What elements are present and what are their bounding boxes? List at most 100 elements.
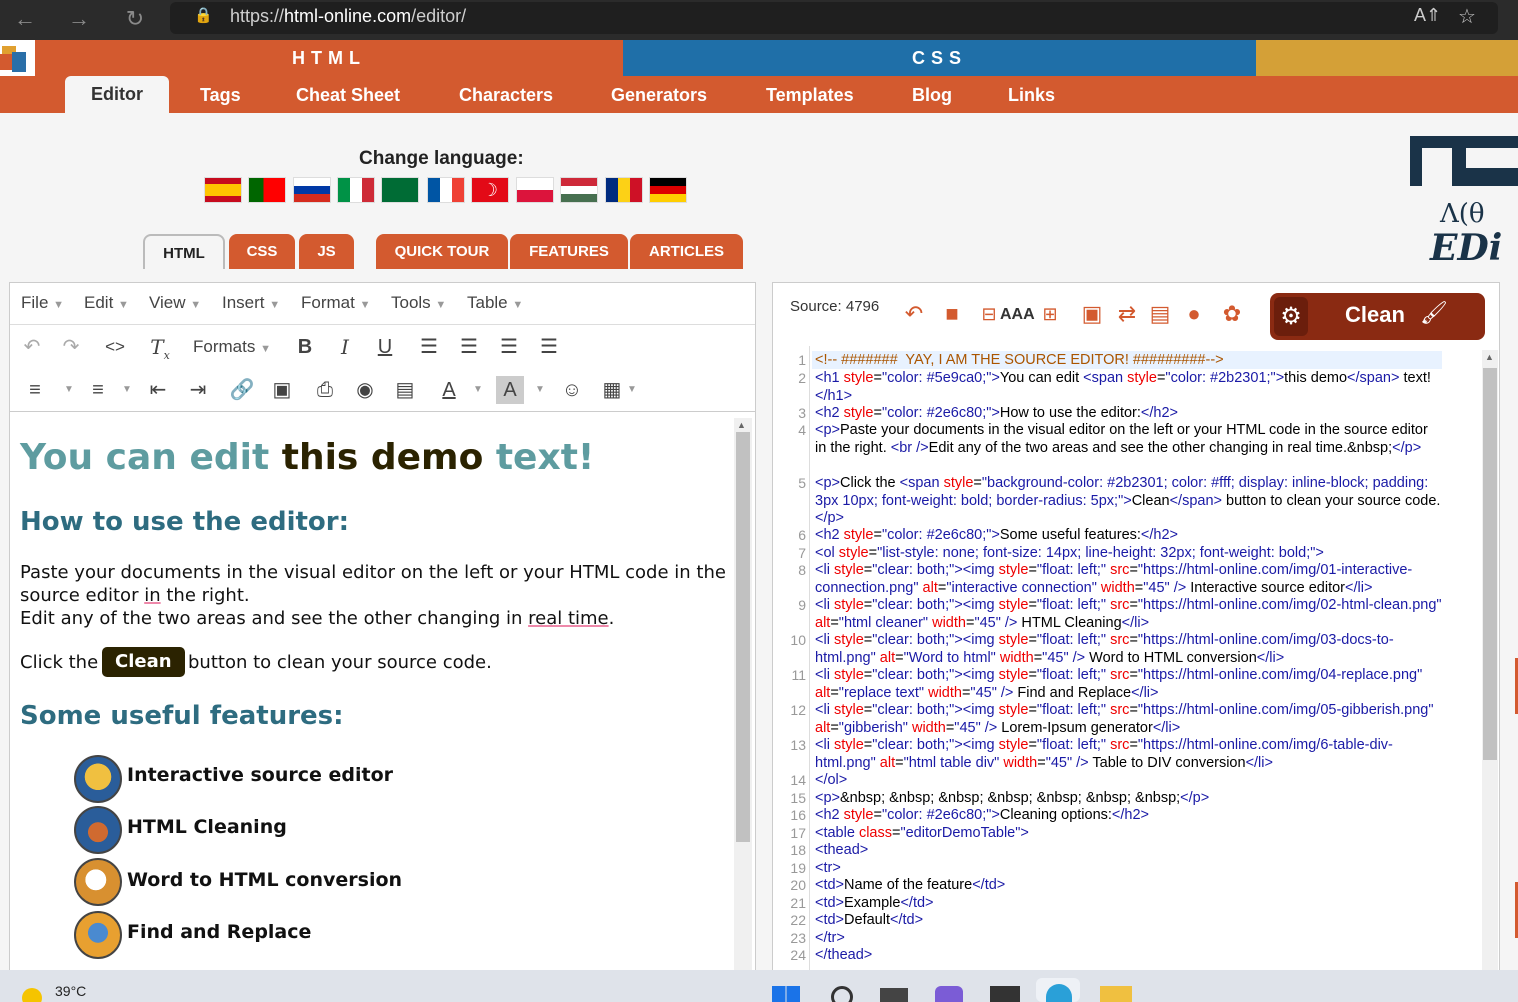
chevron-down-icon[interactable]: ▼ <box>464 376 492 404</box>
nav-tags[interactable]: Tags <box>200 78 241 113</box>
code-line[interactable]: <td>Name of the feature</td> <box>815 877 1443 895</box>
code-line[interactable]: <p>Click the <span style="background-col… <box>815 475 1443 528</box>
code-line[interactable]: <p>&nbsp; &nbsp; &nbsp; &nbsp; &nbsp; &n… <box>815 790 1443 808</box>
bold-icon[interactable]: B <box>291 333 319 361</box>
code-line[interactable]: <h2 style="color: #2e6c80;">How to use t… <box>815 405 1443 423</box>
file-explorer-icon[interactable] <box>1100 986 1132 1002</box>
chevron-down-icon[interactable]: ▼ <box>55 376 83 404</box>
css-band[interactable]: CSS <box>623 40 1256 76</box>
flag-tr[interactable]: ☽ <box>471 177 509 203</box>
code-line[interactable]: <table class="editorDemoTable"> <box>815 825 1443 843</box>
tab-features[interactable]: FEATURES <box>510 234 628 269</box>
code-line[interactable]: <td>Default</td> <box>815 912 1443 930</box>
code-line[interactable]: <li style="clear: both;"><img style="flo… <box>815 597 1443 632</box>
click-text-end[interactable]: button to clean your source code. <box>188 651 492 674</box>
paragraph-line-3[interactable]: Edit any of the two areas and see the ot… <box>20 607 614 630</box>
favorites-icon[interactable]: ☆ <box>1458 4 1476 29</box>
flag-de[interactable] <box>649 177 687 203</box>
preview-icon[interactable]: ◉ <box>351 376 379 404</box>
code-line[interactable]: <tr> <box>815 860 1443 878</box>
menu-table[interactable]: Table ▼ <box>467 293 523 313</box>
flag-ru[interactable] <box>293 177 331 203</box>
nav-characters[interactable]: Characters <box>459 78 553 113</box>
clipboard-icon[interactable]: ▤ <box>1146 300 1174 328</box>
compress-icon[interactable]: ▣ <box>1078 300 1106 328</box>
code-line[interactable]: <h2 style="color: #2e6c80;">Cleaning opt… <box>815 807 1443 825</box>
code-line[interactable]: <h1 style="color: #5e9ca0;">You can edit… <box>815 370 1443 405</box>
code-line[interactable]: <li style="clear: both;"><img style="flo… <box>815 702 1443 737</box>
new-document-icon[interactable]: ■ <box>938 300 966 328</box>
align-left-icon[interactable]: ☰ <box>415 333 443 361</box>
text-color-icon[interactable]: A <box>435 376 463 404</box>
scroll-up-icon[interactable]: ▲ <box>737 420 746 430</box>
search-icon[interactable] <box>831 986 853 1002</box>
chevron-down-icon[interactable]: ▼ <box>113 376 141 404</box>
link-icon[interactable]: 🔗 <box>228 376 256 404</box>
html-band[interactable]: HTML <box>35 40 623 76</box>
feature-item[interactable]: Interactive source editor <box>127 764 393 786</box>
nav-generators[interactable]: Generators <box>611 78 707 113</box>
menu-insert[interactable]: Insert ▼ <box>222 293 280 313</box>
flag-sa[interactable] <box>381 177 419 203</box>
back-icon[interactable]: ← <box>10 4 40 34</box>
underline-icon[interactable]: U <box>371 333 399 361</box>
bullet-list-icon[interactable]: ≡ <box>21 376 49 404</box>
increase-font-icon[interactable]: ⊞ <box>1036 300 1064 328</box>
menu-edit[interactable]: Edit ▼ <box>84 293 129 313</box>
flag-es[interactable] <box>204 177 242 203</box>
code-line[interactable]: <li style="clear: both;"><img style="flo… <box>815 737 1443 772</box>
url-text[interactable]: https://html-online.com/editor/ <box>230 4 466 28</box>
start-icon[interactable] <box>772 986 800 1002</box>
code-line[interactable]: </thead> <box>815 947 1443 965</box>
flag-ro[interactable] <box>605 177 643 203</box>
source-scrollbar-thumb[interactable] <box>1483 368 1497 760</box>
app-icon[interactable] <box>990 986 1020 1002</box>
media-icon[interactable]: ▤ <box>391 376 419 404</box>
js-band[interactable] <box>1256 40 1518 76</box>
code-line[interactable]: <!-- ####### YAY, I AM THE SOURCE EDITOR… <box>815 352 1443 370</box>
features-heading[interactable]: Some useful features: <box>20 701 344 731</box>
tab-css[interactable]: CSS <box>229 234 295 269</box>
outdent-icon[interactable]: ⇤ <box>144 376 172 404</box>
chevron-down-icon[interactable]: ▼ <box>526 376 554 404</box>
nav-templates[interactable]: Templates <box>766 78 854 113</box>
nav-cheat-sheet[interactable]: Cheat Sheet <box>296 78 400 113</box>
tab-articles[interactable]: ARTICLES <box>630 234 743 269</box>
feature-item[interactable]: Find and Replace <box>127 921 311 943</box>
italic-icon[interactable]: I <box>331 333 359 361</box>
tab-html[interactable]: HTML <box>143 234 225 269</box>
weather-icon[interactable] <box>22 988 42 1002</box>
tab-quick-tour[interactable]: QUICK TOUR <box>376 234 508 269</box>
menu-view[interactable]: View ▼ <box>149 293 201 313</box>
menu-tools[interactable]: Tools ▼ <box>391 293 446 313</box>
demo-heading[interactable]: You can edit this demo text! <box>20 437 594 478</box>
print-icon[interactable]: ⎙ <box>311 376 339 404</box>
forward-icon[interactable]: → <box>64 4 94 34</box>
code-line[interactable]: <td>Example</td> <box>815 895 1443 913</box>
task-view-icon[interactable] <box>880 988 908 1002</box>
click-text[interactable]: Click the <box>20 651 98 674</box>
paragraph-line-1[interactable]: Paste your documents in the visual edito… <box>20 561 726 584</box>
code-line[interactable]: <ol style="list-style: none; font-size: … <box>815 545 1443 563</box>
menu-file[interactable]: File ▼ <box>21 293 64 313</box>
feature-item[interactable]: Word to HTML conversion <box>127 869 402 891</box>
align-center-icon[interactable]: ☰ <box>455 333 483 361</box>
undo-icon[interactable]: ↶ <box>18 333 46 361</box>
flag-pt[interactable] <box>248 177 286 203</box>
swap-icon[interactable]: ⇄ <box>1113 300 1141 328</box>
flag-pl[interactable] <box>516 177 554 203</box>
feature-item[interactable]: HTML Cleaning <box>127 816 287 838</box>
nav-editor[interactable]: Editor <box>65 76 169 113</box>
menu-format[interactable]: Format ▼ <box>301 293 370 313</box>
scroll-up-icon[interactable]: ▲ <box>1485 352 1494 362</box>
code-line[interactable]: <li style="clear: both;"><img style="flo… <box>815 667 1443 702</box>
redo-icon[interactable]: ↷ <box>57 333 85 361</box>
clear-formatting-icon[interactable]: Tx <box>146 333 174 362</box>
refresh-icon[interactable]: ↻ <box>120 4 150 34</box>
undo-icon[interactable]: ↶ <box>900 300 928 328</box>
tab-js[interactable]: JS <box>299 234 354 269</box>
code-line[interactable]: <li style="clear: both;"><img style="flo… <box>815 562 1443 597</box>
decrease-font-icon[interactable]: ⊟ <box>975 300 1003 328</box>
flag-it[interactable] <box>337 177 375 203</box>
teams-icon[interactable] <box>935 986 963 1002</box>
